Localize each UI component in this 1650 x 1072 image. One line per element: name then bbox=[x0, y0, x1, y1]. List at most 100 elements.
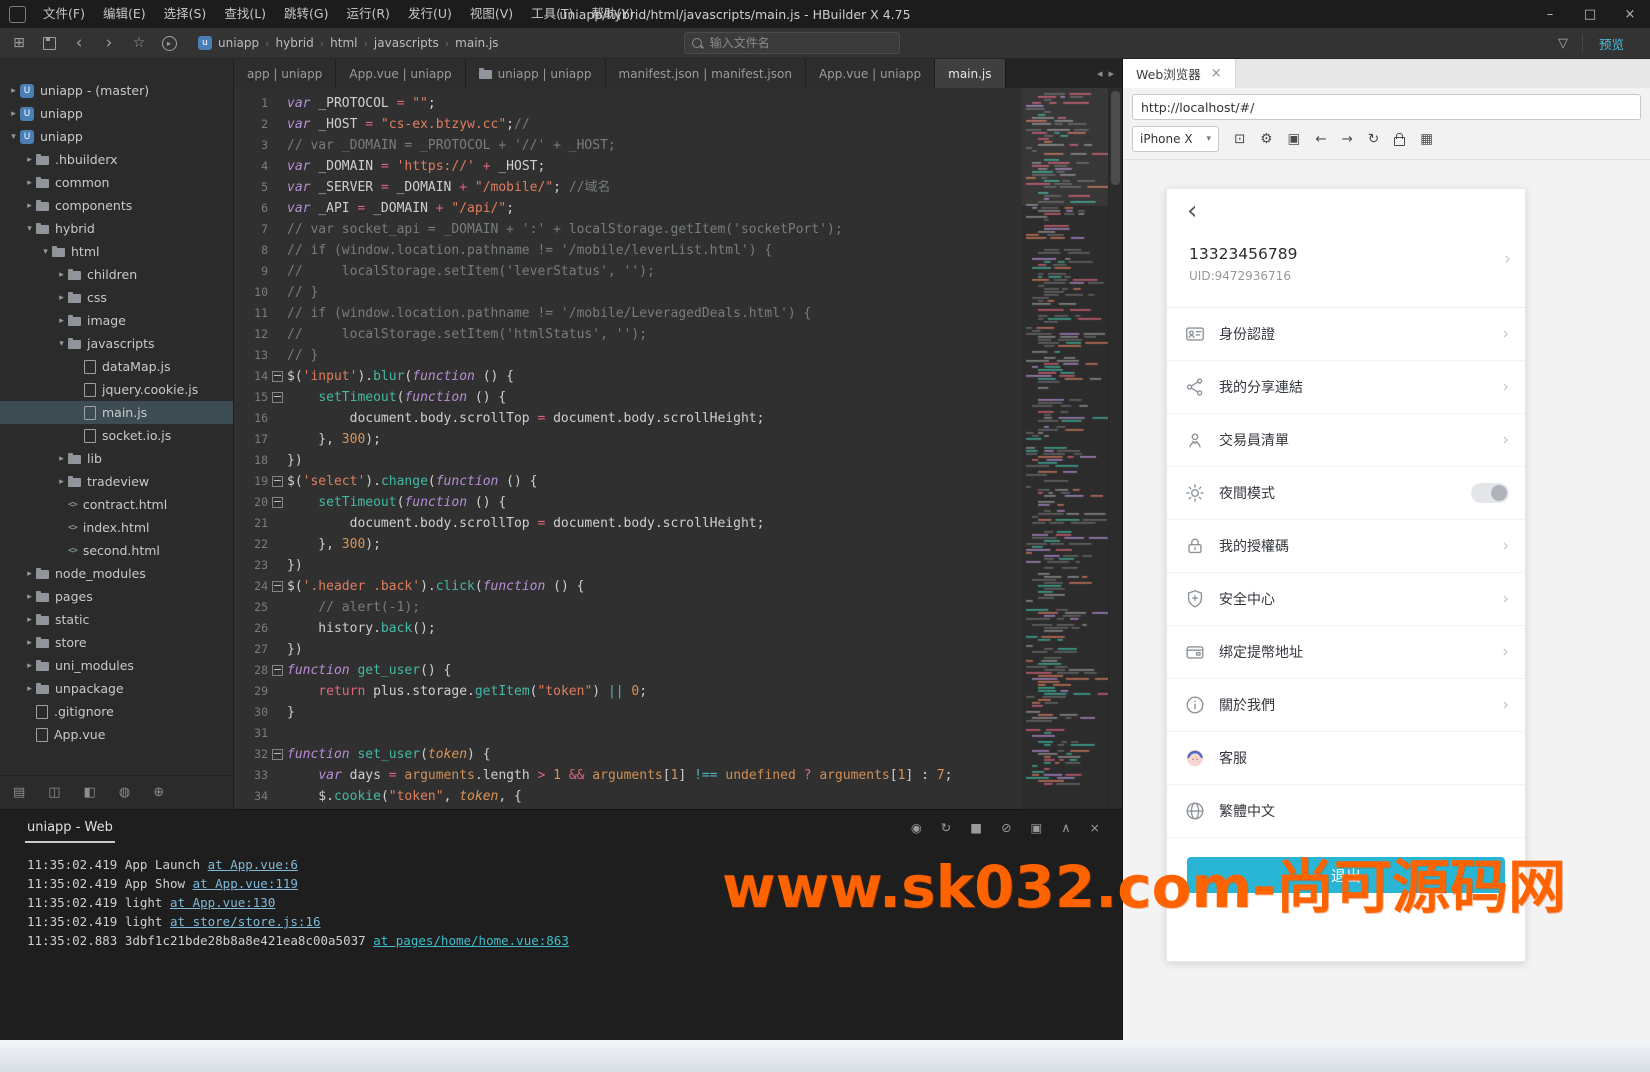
scroll-right-icon[interactable]: ▸ bbox=[1108, 67, 1114, 80]
tree-item-contract.html[interactable]: <> contract.html bbox=[0, 493, 233, 516]
menu-item-1[interactable]: 编辑(E) bbox=[94, 0, 155, 28]
run-icon[interactable]: ▸ bbox=[161, 35, 177, 51]
search-input[interactable] bbox=[707, 35, 862, 51]
tree-item-children[interactable]: ▸ children bbox=[0, 263, 233, 286]
new-project-icon[interactable]: ⊞ bbox=[13, 35, 25, 51]
logout-button[interactable]: 退出 bbox=[1187, 857, 1505, 893]
fold-marker-icon[interactable] bbox=[268, 660, 287, 681]
tab-manifest.json[interactable]: manifest.json | manifest.json bbox=[605, 59, 806, 88]
tree-item-index.html[interactable]: <> index.html bbox=[0, 516, 233, 539]
maximize-button[interactable]: □ bbox=[1570, 0, 1610, 28]
forward-icon[interactable]: → bbox=[1342, 131, 1353, 147]
plugins-panel-icon[interactable]: ⊕ bbox=[153, 785, 164, 800]
menu-row-shield[interactable]: 安全中心 › bbox=[1167, 573, 1525, 626]
tree-item-common[interactable]: ▸ common bbox=[0, 171, 233, 194]
menu-row-info[interactable]: 關於我們 › bbox=[1167, 679, 1525, 732]
tree-item-datamap.js[interactable]: dataMap.js bbox=[0, 355, 233, 378]
nav-forward-icon[interactable]: › bbox=[106, 33, 113, 53]
console-source-link[interactable]: at pages/home/home.vue:863 bbox=[373, 933, 569, 948]
night-mode-toggle[interactable] bbox=[1471, 483, 1509, 503]
profile-section[interactable]: ‹ 13323456789 UID:9472936716 › bbox=[1167, 189, 1525, 308]
tree-item-jquery.cookie.js[interactable]: jquery.cookie.js bbox=[0, 378, 233, 401]
menu-row-globe[interactable]: 繁體中文 bbox=[1167, 785, 1525, 838]
breadcrumb-item-uniapp[interactable]: uniapp bbox=[218, 36, 259, 50]
tree-item-html[interactable]: ▾ html bbox=[0, 240, 233, 263]
tab-app[interactable]: app | uniapp bbox=[234, 59, 337, 88]
minimize-button[interactable]: – bbox=[1530, 0, 1570, 28]
tree-item-components[interactable]: ▸ components bbox=[0, 194, 233, 217]
close-panel-icon[interactable]: × bbox=[1090, 820, 1100, 835]
tree-item-pages[interactable]: ▸ pages bbox=[0, 585, 233, 608]
qr-code-icon[interactable]: ▦ bbox=[1420, 131, 1433, 147]
fold-marker-icon[interactable] bbox=[268, 387, 287, 408]
console-source-link[interactable]: at App.vue:130 bbox=[170, 895, 275, 910]
outline-panel-icon[interactable]: ◫ bbox=[48, 785, 60, 800]
tree-item-socket.io.js[interactable]: socket.io.js bbox=[0, 424, 233, 447]
tree-item-node-modules[interactable]: ▸ node_modules bbox=[0, 562, 233, 585]
tree-item-uniapp-master-[interactable]: ▸ Uuniapp - (master) bbox=[0, 79, 233, 102]
close-icon[interactable]: × bbox=[1211, 66, 1222, 81]
menu-row-lock[interactable]: 我的授權碼 › bbox=[1167, 520, 1525, 573]
tree-item-app.vue[interactable]: App.vue bbox=[0, 723, 233, 746]
menu-row-share[interactable]: 我的分享連結 › bbox=[1167, 361, 1525, 414]
console-source-link[interactable]: at App.vue:6 bbox=[208, 857, 298, 872]
lock-icon[interactable] bbox=[1394, 133, 1406, 146]
breadcrumb-item-javascripts[interactable]: javascripts bbox=[374, 36, 439, 50]
console-source-link[interactable]: at store/store.js:16 bbox=[170, 914, 321, 929]
tree-item-css[interactable]: ▸ css bbox=[0, 286, 233, 309]
tree-item-.hbuilderx[interactable]: ▸ .hbuilderx bbox=[0, 148, 233, 171]
menu-row-sun[interactable]: 夜間模式 bbox=[1167, 467, 1525, 520]
tree-item-image[interactable]: ▸ image bbox=[0, 309, 233, 332]
save-icon[interactable] bbox=[42, 36, 56, 50]
collapse-icon[interactable]: ∧ bbox=[1061, 820, 1070, 835]
restart-icon[interactable]: ↻ bbox=[941, 820, 951, 835]
refresh-icon[interactable]: ↻ bbox=[1368, 131, 1379, 147]
tab-app.vue[interactable]: App.vue | uniapp bbox=[336, 59, 466, 88]
menu-item-3[interactable]: 查找(L) bbox=[215, 0, 275, 28]
favorites-icon[interactable]: ☆ bbox=[133, 35, 146, 51]
nav-back-icon[interactable]: ‹ bbox=[76, 33, 83, 53]
tree-item-main.js[interactable]: main.js bbox=[0, 401, 233, 424]
open-external-icon[interactable]: ⊡ bbox=[1234, 131, 1245, 147]
fold-marker-icon[interactable] bbox=[268, 576, 287, 597]
tree-item-lib[interactable]: ▸ lib bbox=[0, 447, 233, 470]
clear-icon[interactable]: ⊘ bbox=[1001, 820, 1011, 835]
tree-item-static[interactable]: ▸ static bbox=[0, 608, 233, 631]
menu-item-0[interactable]: 文件(F) bbox=[34, 0, 94, 28]
menu-row-trader[interactable]: 交易員清單 › bbox=[1167, 414, 1525, 467]
back-chevron-icon[interactable]: ‹ bbox=[1187, 198, 1197, 224]
files-panel-icon[interactable]: ▤ bbox=[13, 785, 25, 800]
menu-item-7[interactable]: 视图(V) bbox=[461, 0, 522, 28]
server-panel-icon[interactable]: ◍ bbox=[119, 785, 130, 800]
minimap[interactable] bbox=[1022, 88, 1108, 809]
code-area[interactable]: 1 var _PROTOCOL = ""; 2 var _HOST = "cs-ex.… bbox=[234, 88, 1122, 809]
menu-item-6[interactable]: 发行(U) bbox=[399, 0, 461, 28]
device-select[interactable]: iPhone X ▾ bbox=[1132, 126, 1220, 152]
breadcrumb-item-html[interactable]: html bbox=[330, 36, 357, 50]
browser-tab[interactable]: Web浏览器 × bbox=[1123, 59, 1236, 88]
code-lines[interactable]: 1 var _PROTOCOL = ""; 2 var _HOST = "cs-ex.… bbox=[234, 88, 1022, 809]
fold-marker-icon[interactable] bbox=[268, 492, 287, 513]
tab-uniapp[interactable]: uniapp | uniapp bbox=[465, 59, 606, 88]
tree-item-uni-modules[interactable]: ▸ uni_modules bbox=[0, 654, 233, 677]
tree-item-uniapp[interactable]: ▸ Uuniapp bbox=[0, 102, 233, 125]
back-icon[interactable]: ← bbox=[1315, 131, 1326, 147]
tree-item-store[interactable]: ▸ store bbox=[0, 631, 233, 654]
screenshot-icon[interactable]: ▣ bbox=[1288, 131, 1301, 147]
menu-item-4[interactable]: 跳转(G) bbox=[275, 0, 337, 28]
debug-icon[interactable]: ◉ bbox=[911, 820, 922, 835]
tree-item-hybrid[interactable]: ▾ hybrid bbox=[0, 217, 233, 240]
console-tab[interactable]: uniapp - Web bbox=[25, 812, 115, 843]
menu-item-9[interactable]: 帮助(Y) bbox=[583, 0, 643, 28]
menu-row-wallet[interactable]: 绑定提幣地址 › bbox=[1167, 626, 1525, 679]
tree-item-.gitignore[interactable]: .gitignore bbox=[0, 700, 233, 723]
screenshot-icon[interactable]: ▣ bbox=[1031, 820, 1043, 835]
tab-app.vue[interactable]: App.vue | uniapp bbox=[805, 59, 936, 88]
tree-item-second.html[interactable]: <> second.html bbox=[0, 539, 233, 562]
url-input[interactable] bbox=[1132, 94, 1641, 120]
file-search-box[interactable] bbox=[683, 32, 900, 54]
file-tree[interactable]: ▸ Uuniapp - (master) ▸ Uuniapp ▾ Uuniapp ▸ .hbu… bbox=[0, 59, 233, 775]
fold-marker-icon[interactable] bbox=[268, 366, 287, 387]
fold-marker-icon[interactable] bbox=[268, 471, 287, 492]
fold-marker-icon[interactable] bbox=[268, 744, 287, 765]
